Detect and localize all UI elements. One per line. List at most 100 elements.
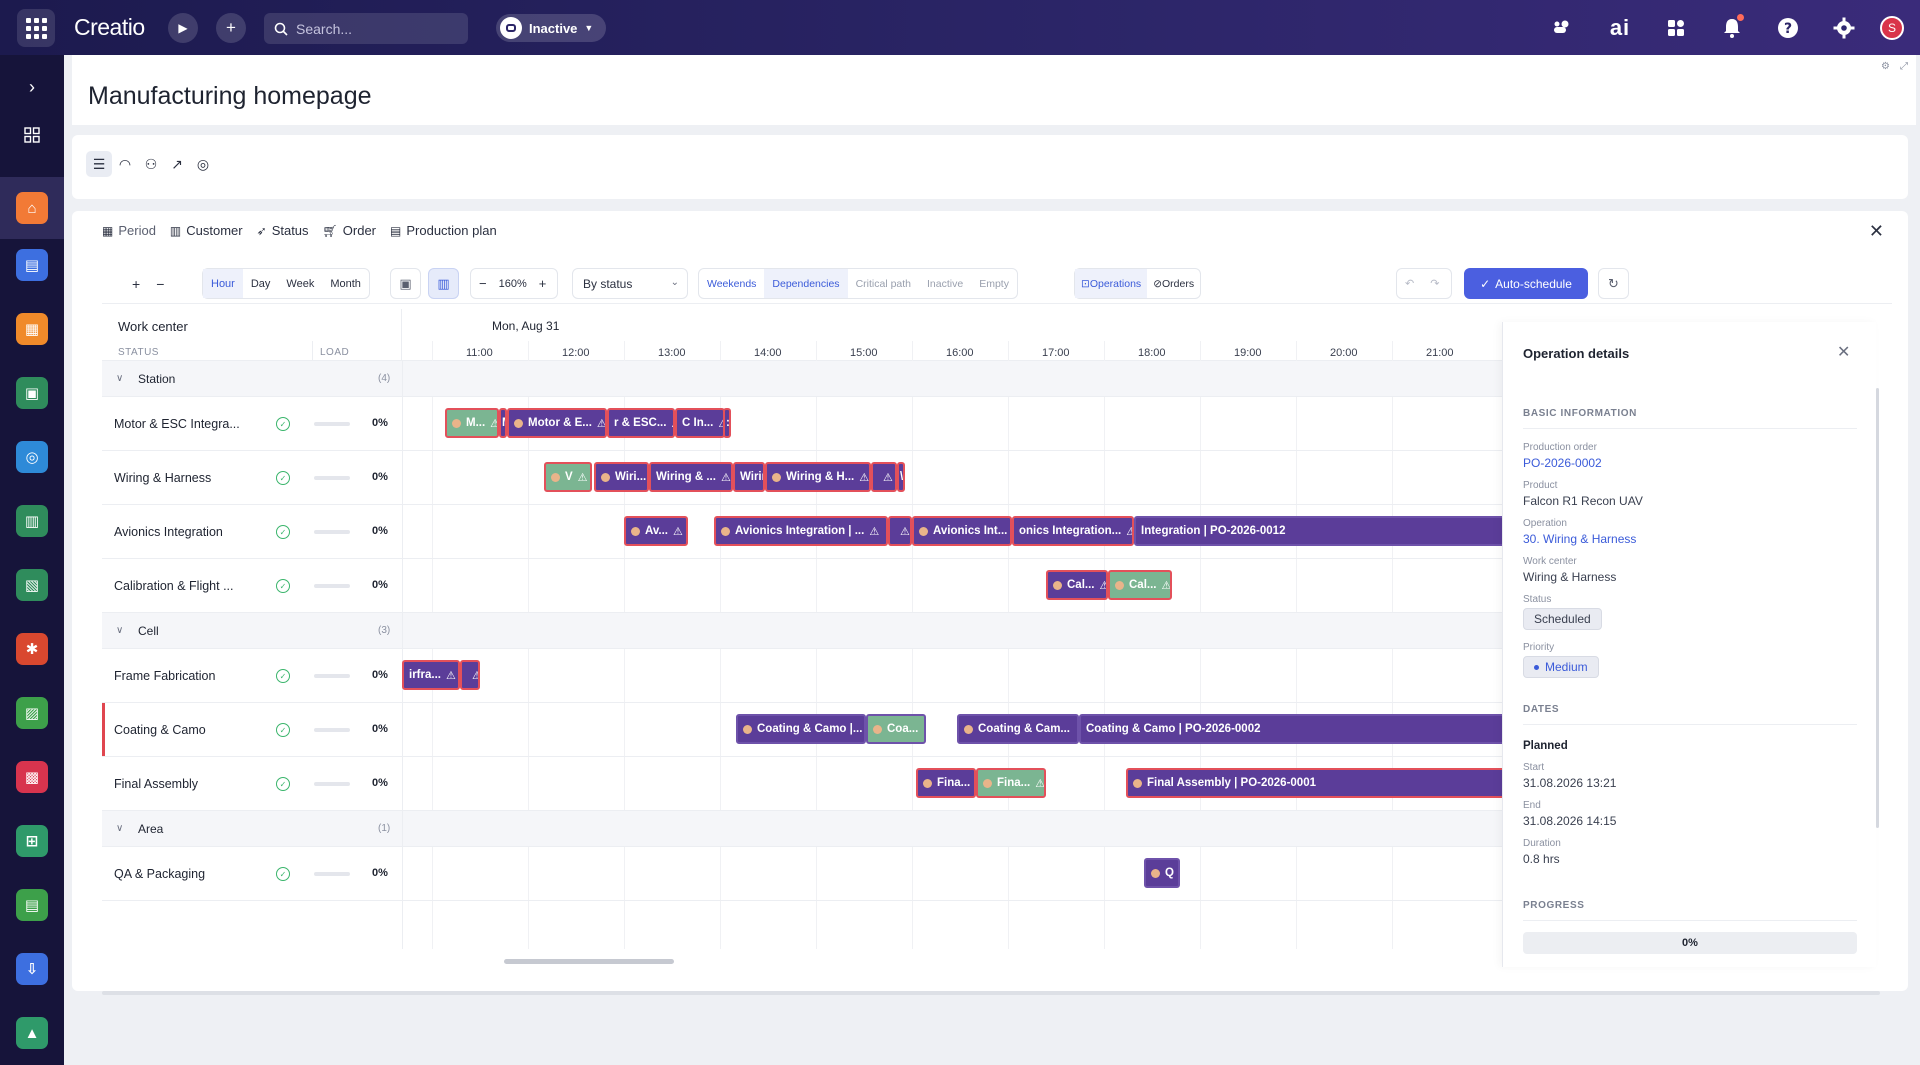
operation-bar[interactable]: Fina... ⚠ <box>976 768 1046 798</box>
group-row-station[interactable]: ∨ Station (4) <box>102 361 1514 397</box>
operation-bar[interactable]: Wiring & ... ⚠ <box>649 462 733 492</box>
communication-panel-button[interactable] <box>1548 14 1576 42</box>
tab-analytics[interactable]: ↗ <box>164 151 190 177</box>
view-month[interactable]: Month <box>322 269 369 298</box>
operation-bar[interactable]: Integration | PO-2026-0012 <box>1134 516 1514 546</box>
sidebar-item-app-2[interactable]: ▤ <box>0 241 64 289</box>
mode-operations[interactable]: ⊡ Operations <box>1075 269 1148 298</box>
operation-bar[interactable]: Av... ⚠ <box>624 516 688 546</box>
app-launcher-button[interactable] <box>17 9 55 47</box>
table-row[interactable]: QA & Packaging ✓ 0% Q <box>102 847 1514 901</box>
operation-bar[interactable]: Wiring & H... ⚠ <box>765 462 871 492</box>
sidebar-item-app-3[interactable]: ▦ <box>0 305 64 353</box>
operation-bar[interactable]: M <box>499 408 507 438</box>
group-row-cell[interactable]: ∨ Cell (3) <box>102 613 1514 649</box>
settings-button[interactable] <box>1830 14 1858 42</box>
filter-status[interactable]: ➶ Status <box>257 223 309 238</box>
view-day[interactable]: Day <box>243 269 279 298</box>
operation-bar[interactable]: Avionics Int...⚠ <box>912 516 1012 546</box>
operation-bar[interactable]: V ⚠ <box>544 462 592 492</box>
search-input[interactable] <box>296 20 446 37</box>
filter-customer[interactable]: ▥ Customer <box>170 223 243 238</box>
create-new-button[interactable]: + <box>216 13 246 43</box>
tab-capacity[interactable]: ◠ <box>112 151 138 177</box>
today-button[interactable]: ▣ <box>390 268 421 299</box>
operation-bar[interactable]: \ <box>897 462 905 492</box>
operation-bar[interactable]: M...⚠ <box>445 408 499 438</box>
table-row[interactable]: Avionics Integration ✓ 0% Av... ⚠ Avionic… <box>102 505 1514 559</box>
tab-targets[interactable]: ◎ <box>190 151 216 177</box>
filter-period[interactable]: ▦ Period <box>102 223 156 238</box>
zoom-out-button[interactable]: − <box>471 269 495 298</box>
notifications-button[interactable] <box>1718 14 1746 42</box>
operation-bar[interactable]: Wiri... <box>594 462 649 492</box>
toggle-critical-path[interactable]: Critical path <box>848 269 919 298</box>
view-hour[interactable]: Hour <box>203 269 243 298</box>
operation-bar[interactable]: Cal...⚠ <box>1046 570 1108 600</box>
tab-schedule[interactable]: ☰ <box>86 151 112 177</box>
sidebar-item-app-11[interactable]: ⊞ <box>0 817 64 865</box>
operation-bar[interactable]: ⚠ <box>460 660 480 690</box>
table-row[interactable]: Calibration & Flight ... ✓ 0% Cal...⚠ Ca… <box>102 559 1514 613</box>
undo-button[interactable]: ↶ <box>1397 269 1422 298</box>
horizontal-scroll-track[interactable] <box>102 991 1880 995</box>
ai-assistant-button[interactable]: ai <box>1606 14 1634 42</box>
filter-order[interactable]: 🛒︎ Order <box>323 223 376 238</box>
sidebar-item-app-9[interactable]: ▨ <box>0 689 64 737</box>
operation-bar[interactable]: Coating & Camo |... <box>736 714 866 744</box>
table-row[interactable]: Motor & ESC Integra... ✓ 0% M...⚠ M Moto… <box>102 397 1514 451</box>
sidebar-item-app-8[interactable]: ✱ <box>0 625 64 673</box>
operation-bar[interactable]: irfra... ⚠ <box>402 660 460 690</box>
view-week[interactable]: Week <box>278 269 322 298</box>
operation-bar[interactable]: Fina... <box>916 768 976 798</box>
production-order-link[interactable]: PO-2026-0002 <box>1523 456 1602 470</box>
sidebar-item-app-10[interactable]: ▩ <box>0 753 64 801</box>
gear-small-icon[interactable]: ⚙ <box>1881 61 1890 72</box>
sidebar-item-app-6[interactable]: ▥ <box>0 497 64 545</box>
operation-bar[interactable]: : <box>723 408 731 438</box>
group-by-select[interactable]: By status ⌄ <box>572 268 688 299</box>
operation-bar[interactable]: Coating & Camo | PO-2026-0002 <box>1079 714 1514 744</box>
operation-bar[interactable]: r & ESC...⚠ <box>607 408 675 438</box>
close-filters-button[interactable]: ✕ <box>1869 221 1884 242</box>
expand-rows-button[interactable]: + <box>124 268 148 299</box>
operation-bar[interactable]: Q <box>1144 858 1180 888</box>
operation-bar[interactable]: Cal...⚠ <box>1108 570 1172 600</box>
table-row[interactable]: Frame Fabrication ✓ 0% irfra...⚠ ⚠ <box>102 649 1514 703</box>
sidebar-item-app-5[interactable]: ◎ <box>0 433 64 481</box>
operation-bar[interactable]: Wirir <box>733 462 765 492</box>
table-row[interactable]: Wiring & Harness ✓ 0% V ⚠ Wiri... Wiring … <box>102 451 1514 505</box>
mode-orders[interactable]: ⊘ Orders <box>1147 269 1200 298</box>
operation-bar[interactable]: Motor & E... ⚠ <box>507 408 607 438</box>
sidebar-item-app-7[interactable]: ▧ <box>0 561 64 609</box>
toggle-weekends[interactable]: Weekends <box>699 269 764 298</box>
operation-bar[interactable]: Final Assembly | PO-2026-0001 <box>1126 768 1514 798</box>
user-status-dropdown[interactable]: Inactive ▼ <box>496 14 606 42</box>
expand-icon[interactable]: ⤢ <box>1900 61 1908 72</box>
close-details-button[interactable]: ✕ <box>1837 342 1850 362</box>
auto-schedule-button[interactable]: ✓ Auto-schedule <box>1464 268 1588 299</box>
sidebar-item-app-14[interactable]: ▲ <box>0 1009 64 1057</box>
tab-resources[interactable]: ⚇ <box>138 151 164 177</box>
toggle-dependencies[interactable]: Dependencies <box>764 269 848 298</box>
table-row[interactable]: Final Assembly ✓ 0% Fina... Fina... ⚠ Fin… <box>102 757 1514 811</box>
filter-production-plan[interactable]: ▤ Production plan <box>390 223 497 238</box>
user-avatar[interactable]: S <box>1880 16 1904 40</box>
timeline-scrollbar-thumb[interactable] <box>504 959 674 964</box>
details-scrollbar[interactable] <box>1876 388 1879 828</box>
operation-bar[interactable]: Coating & Cam... <box>957 714 1079 744</box>
sidebar-item-app-13[interactable]: ⇩ <box>0 945 64 993</box>
toggle-empty[interactable]: Empty <box>971 269 1017 298</box>
help-button[interactable]: ? <box>1774 14 1802 42</box>
global-search[interactable] <box>264 13 468 44</box>
toggle-inactive[interactable]: Inactive <box>919 269 971 298</box>
operation-bar[interactable]: ⚠ <box>871 462 897 492</box>
studio-button[interactable] <box>1662 14 1690 42</box>
zoom-in-button[interactable]: + <box>531 269 555 298</box>
refresh-button[interactable]: ↻ <box>1598 268 1629 299</box>
sidebar-item-app-4[interactable]: ▣ <box>0 369 64 417</box>
sidebar-item-app-12[interactable]: ▤ <box>0 881 64 929</box>
operation-bar[interactable]: Coa... <box>866 714 926 744</box>
sidebar-expand-button[interactable]: › <box>0 63 64 111</box>
sidebar-all-apps[interactable] <box>0 111 64 159</box>
